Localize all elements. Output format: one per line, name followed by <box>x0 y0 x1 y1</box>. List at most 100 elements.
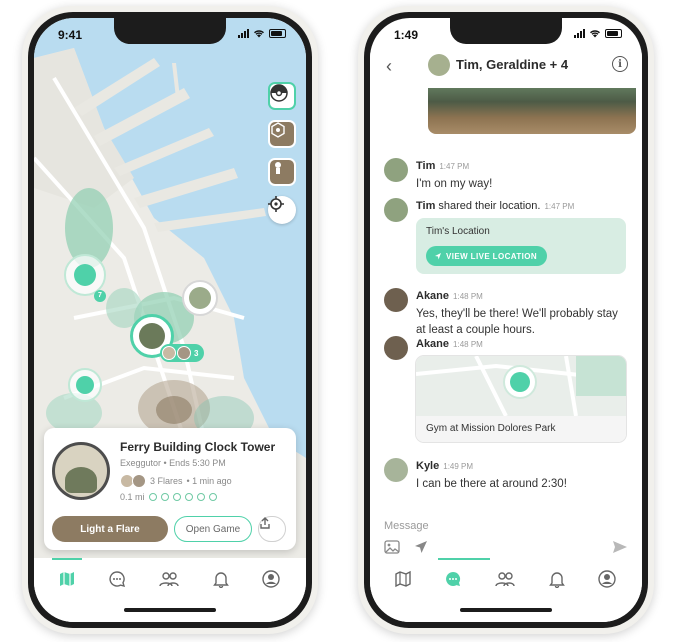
sender-name: Tim <box>416 160 436 172</box>
chat-icon <box>109 571 126 587</box>
message-text: I'm on my way! <box>416 178 493 190</box>
view-live-location-label: VIEW LIVE LOCATION <box>446 251 538 261</box>
gym-distance: 0.1 mi <box>120 492 145 502</box>
shared-photo[interactable] <box>428 80 636 134</box>
message-placeholder: Message <box>384 520 429 532</box>
status-time: 1:49 <box>394 28 419 42</box>
tab-map[interactable] <box>392 568 414 590</box>
flares-time: • 1 min ago <box>186 476 232 486</box>
pokeball-button[interactable] <box>268 82 296 110</box>
chat-screen: 1:49 ‹ Tim, Geraldine + 4 i Tim 1:47 PM I… <box>370 18 642 622</box>
tab-friends[interactable] <box>158 568 180 590</box>
avatar <box>384 458 408 482</box>
tab-friends[interactable] <box>494 568 516 590</box>
tab-notifications[interactable] <box>210 568 232 590</box>
gym-thumbnail <box>52 442 110 500</box>
sender-name: Kyle <box>416 460 440 472</box>
pokeball-icon <box>270 84 288 102</box>
flares-count: 3 Flares <box>150 476 183 486</box>
message-time: 1:47 PM <box>439 162 470 171</box>
chat-title: Tim, Geraldine + 4 <box>456 57 569 72</box>
gym-card[interactable]: Ferry Building Clock Tower Exeggutor • E… <box>44 428 296 550</box>
bell-icon <box>549 572 565 588</box>
berry-icon <box>196 493 205 501</box>
tab-bar <box>370 558 642 622</box>
share-icon <box>260 517 270 529</box>
gym-pin-3[interactable] <box>182 280 218 316</box>
avatar <box>162 346 176 360</box>
profile-icon <box>598 570 616 588</box>
gym-share-card[interactable]: Gym at Mission Dolores Park <box>416 356 626 442</box>
tab-chat[interactable] <box>106 568 128 590</box>
location-arrow-icon[interactable] <box>414 540 428 554</box>
back-icon[interactable]: ‹ <box>386 56 392 77</box>
navigation-icon <box>435 253 441 260</box>
view-live-location-button[interactable]: VIEW LIVE LOCATION <box>426 246 548 266</box>
gym-map-preview <box>416 356 626 416</box>
group-avatar <box>428 54 450 76</box>
avatar <box>384 288 408 312</box>
berry-icon <box>184 493 193 501</box>
raid-icon <box>275 162 281 174</box>
active-tab-indicator <box>438 558 490 560</box>
wifi-icon <box>590 30 600 38</box>
tab-profile[interactable] <box>260 568 282 590</box>
ingress-icon <box>271 122 285 138</box>
tab-map[interactable] <box>56 568 78 590</box>
bell-icon <box>213 572 229 588</box>
message-time: 1:47 PM <box>544 202 575 211</box>
crosshair-icon <box>268 196 284 212</box>
flares-row: 3 Flares • 1 min ago <box>120 474 232 488</box>
friends-icon <box>159 572 179 587</box>
berry-icon <box>148 493 157 501</box>
message-text: Yes, they'll be there! We'll probably st… <box>416 308 618 336</box>
sender-name: Tim <box>416 200 436 212</box>
message-text: I can be there at around 2:30! <box>416 478 567 490</box>
map-screen: 9:41 7 3 Ferry Building Clock Tower Exeg… <box>34 18 306 622</box>
avatar <box>384 158 408 182</box>
location-card-title: Tim's Location <box>426 226 490 237</box>
message-time: 1:48 PM <box>453 292 483 301</box>
pin-badge-1: 7 <box>94 290 106 302</box>
avatar <box>384 336 408 360</box>
gym-pin-2[interactable] <box>68 368 102 402</box>
signal-icon <box>238 29 249 38</box>
avatar <box>384 198 408 222</box>
image-icon[interactable] <box>384 540 400 554</box>
share-button[interactable] <box>258 516 286 542</box>
locate-button[interactable] <box>268 196 296 224</box>
message-text: shared their location. <box>438 200 541 212</box>
tab-profile[interactable] <box>596 568 618 590</box>
berry-icon <box>208 493 217 501</box>
battery-icon <box>269 29 286 38</box>
sender-name: Akane <box>416 338 450 350</box>
signal-icon <box>574 29 585 38</box>
avatar-stack: 3 <box>160 344 205 362</box>
friends-icon <box>495 572 515 587</box>
tab-bar <box>34 558 306 622</box>
home-indicator <box>124 608 216 612</box>
home-indicator <box>460 608 552 612</box>
tab-chat[interactable] <box>442 568 464 590</box>
map-view[interactable]: 7 3 Ferry Building Clock Tower Exeggutor… <box>34 18 306 558</box>
avatar <box>132 474 146 488</box>
ingress-button[interactable] <box>268 120 296 148</box>
location-card: Tim's Location VIEW LIVE LOCATION <box>416 218 626 274</box>
tab-notifications[interactable] <box>546 568 568 590</box>
sender-name: Akane <box>416 290 450 302</box>
chat-icon <box>446 571 461 586</box>
distance-row: 0.1 mi <box>120 492 217 502</box>
gym-title: Ferry Building Clock Tower <box>120 440 276 454</box>
berry-icon <box>160 493 169 501</box>
profile-icon <box>262 570 280 588</box>
chat-header: ‹ Tim, Geraldine + 4 i <box>370 52 642 88</box>
light-flare-button[interactable]: Light a Flare <box>52 516 168 542</box>
open-game-button[interactable]: Open Game <box>174 516 252 542</box>
raid-button[interactable] <box>268 158 296 186</box>
active-tab-indicator <box>52 558 82 560</box>
info-icon[interactable]: i <box>612 56 628 72</box>
send-icon[interactable] <box>612 540 628 554</box>
berry-icon <box>172 493 181 501</box>
status-time: 9:41 <box>58 28 83 42</box>
message-time: 1:48 PM <box>453 340 483 349</box>
